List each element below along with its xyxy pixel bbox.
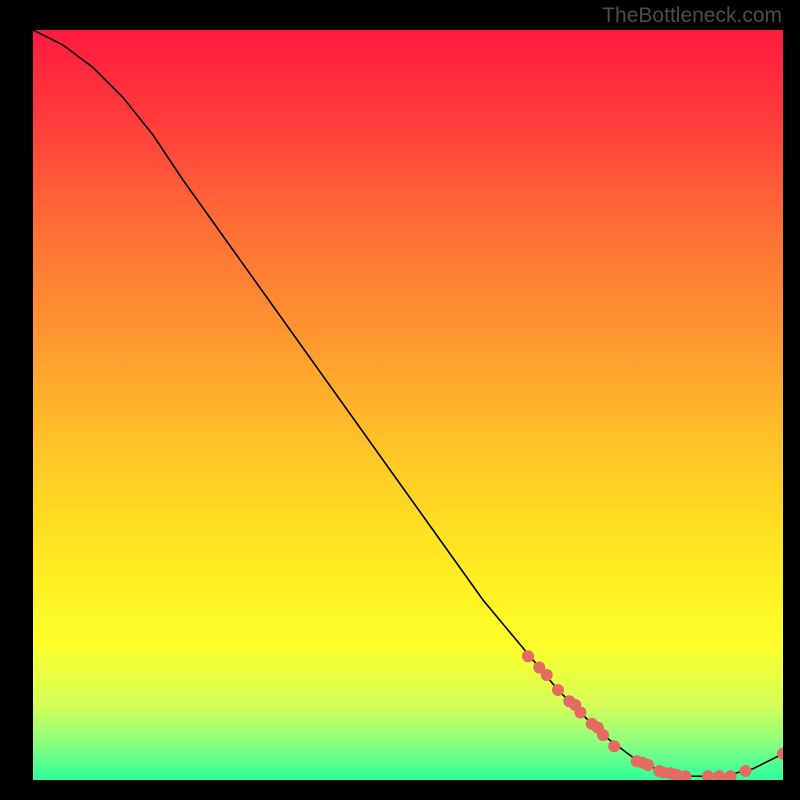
scatter-point [541, 669, 553, 681]
scatter-point [740, 765, 752, 777]
scatter-point [522, 650, 534, 662]
plot-area [33, 30, 783, 780]
scatter-point [597, 729, 609, 741]
scatter-point [552, 684, 564, 696]
scatter-point [642, 759, 654, 771]
chart-svg [33, 30, 783, 780]
watermark-text: TheBottleneck.com [602, 4, 782, 28]
gradient-background [33, 30, 783, 780]
scatter-point [575, 707, 587, 719]
chart-container: TheBottleneck.com [0, 0, 800, 800]
scatter-point [608, 740, 620, 752]
